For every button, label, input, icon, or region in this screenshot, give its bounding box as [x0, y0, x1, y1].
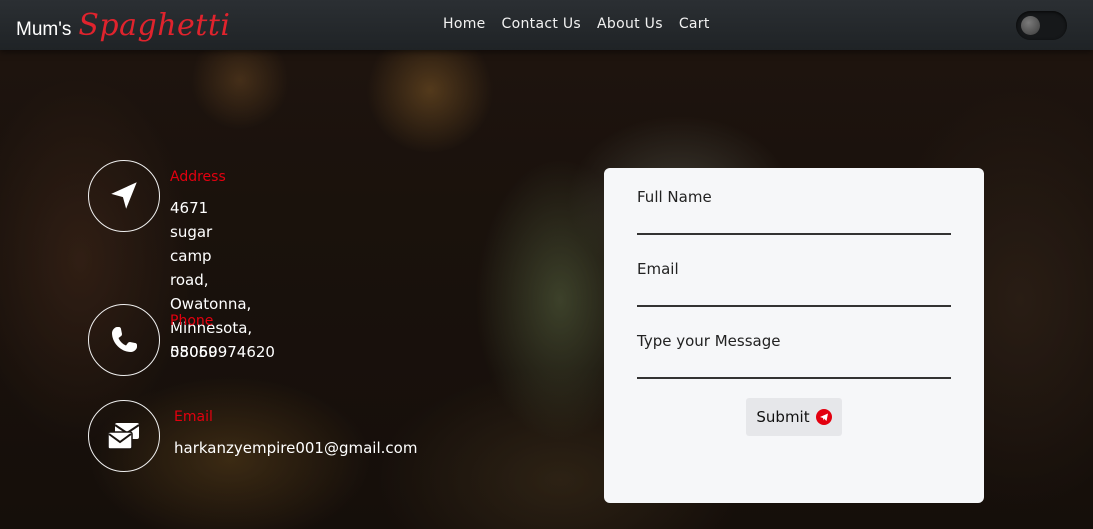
- nav-link-about-us[interactable]: About Us: [597, 16, 663, 32]
- address-title: Address: [170, 169, 226, 185]
- contact-form: Full Name Email Type your Message Submit: [604, 168, 984, 503]
- theme-toggle[interactable]: [1016, 11, 1067, 40]
- email-label: Email: [637, 260, 679, 278]
- navbar: Mum's Spaghetti Home Contact Us About Us…: [0, 0, 1093, 50]
- email-value[interactable]: harkanzyempire001@gmail.com: [174, 436, 417, 460]
- phone-icon: [88, 304, 160, 376]
- message-label: Type your Message: [637, 332, 781, 350]
- nav-link-cart[interactable]: Cart: [679, 16, 710, 32]
- email-field: Email: [637, 259, 951, 307]
- brand-main-text: Mum's: [16, 19, 72, 40]
- nav-link-contact-us[interactable]: Contact Us: [502, 16, 581, 32]
- address-value: 4671 sugar camp road, Owatonna, Minnesot…: [170, 196, 252, 364]
- email-title: Email: [174, 409, 213, 425]
- full-name-label: Full Name: [637, 188, 712, 206]
- message-field: Type your Message: [637, 331, 951, 379]
- full-name-field: Full Name: [637, 187, 951, 235]
- nav-link-home[interactable]: Home: [443, 16, 486, 32]
- email-input[interactable]: [637, 279, 951, 307]
- submit-button[interactable]: Submit: [746, 398, 842, 436]
- nav-links: Home Contact Us About Us Cart: [443, 16, 710, 32]
- brand-script-text: Spaghetti: [78, 8, 231, 43]
- full-name-input[interactable]: [637, 207, 951, 235]
- submit-label: Submit: [756, 408, 810, 426]
- location-arrow-icon: [88, 160, 160, 232]
- address-line-1: 4671 sugar camp road,: [170, 199, 213, 289]
- message-input[interactable]: [637, 351, 951, 379]
- brand-logo[interactable]: Mum's Spaghetti: [16, 8, 231, 43]
- phone-title: Phone: [170, 313, 214, 329]
- toggle-knob: [1021, 16, 1040, 35]
- phone-value[interactable]: 08059974620: [170, 340, 275, 364]
- telegram-send-icon: [815, 409, 832, 425]
- envelopes-icon: [88, 400, 160, 472]
